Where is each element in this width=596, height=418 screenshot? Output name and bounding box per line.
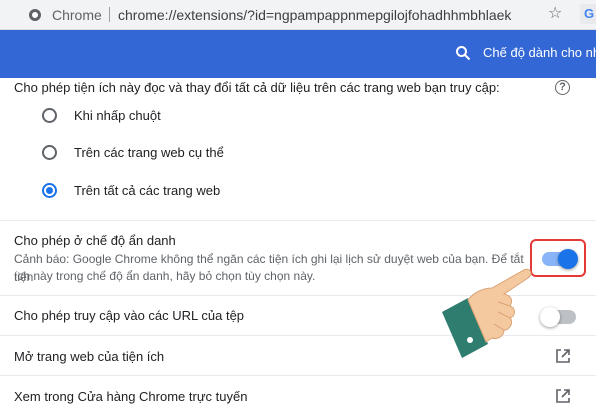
radio-all-sites[interactable] [42, 183, 57, 198]
link-chrome-web-store[interactable]: Xem trong Cửa hàng Chrome trực tuyến [14, 389, 247, 404]
radio-label-all-sites: Trên tất cả các trang web [74, 183, 221, 198]
divider [0, 375, 596, 376]
extensions-header: Chế độ dành cho nhà p [0, 30, 596, 78]
separator [109, 7, 110, 22]
open-in-new-icon[interactable] [555, 348, 571, 364]
omnibox[interactable]: Chrome chrome://extensions/?id=ngpampapp… [12, 3, 572, 26]
file-urls-title: Cho phép truy cập vào các URL của tệp [14, 308, 245, 323]
file-urls-toggle[interactable] [540, 307, 576, 327]
radio-label-on-click: Khi nhấp chuột [74, 108, 161, 123]
pointing-hand-icon [442, 268, 532, 358]
link-extension-website[interactable]: Mở trang web của tiện ích [14, 349, 164, 364]
google-icon[interactable]: G [580, 4, 596, 24]
address-bar: Chrome chrome://extensions/?id=ngpampapp… [0, 0, 596, 30]
site-access-heading: Cho phép tiện ích này đọc và thay đổi tấ… [14, 80, 500, 95]
radio-specific-sites[interactable] [42, 145, 57, 160]
radio-on-click[interactable] [42, 108, 57, 123]
radio-label-specific-sites: Trên các trang web cụ thể [74, 145, 224, 160]
open-in-new-icon[interactable] [555, 388, 571, 404]
bookmark-star-icon[interactable]: ☆ [548, 3, 562, 23]
incognito-title: Cho phép ở chế độ ẩn danh [14, 233, 176, 248]
developer-mode-label[interactable]: Chế độ dành cho nhà p [483, 45, 596, 60]
divider [0, 220, 596, 221]
chrome-icon [29, 9, 41, 21]
help-icon[interactable]: ? [555, 80, 570, 95]
toggle-knob [558, 249, 578, 269]
incognito-toggle[interactable] [542, 249, 578, 269]
toggle-knob [540, 307, 560, 327]
search-icon[interactable] [455, 45, 471, 61]
url-text[interactable]: chrome://extensions/?id=ngpampappnmepgil… [118, 7, 511, 23]
site-name: Chrome [52, 7, 102, 23]
